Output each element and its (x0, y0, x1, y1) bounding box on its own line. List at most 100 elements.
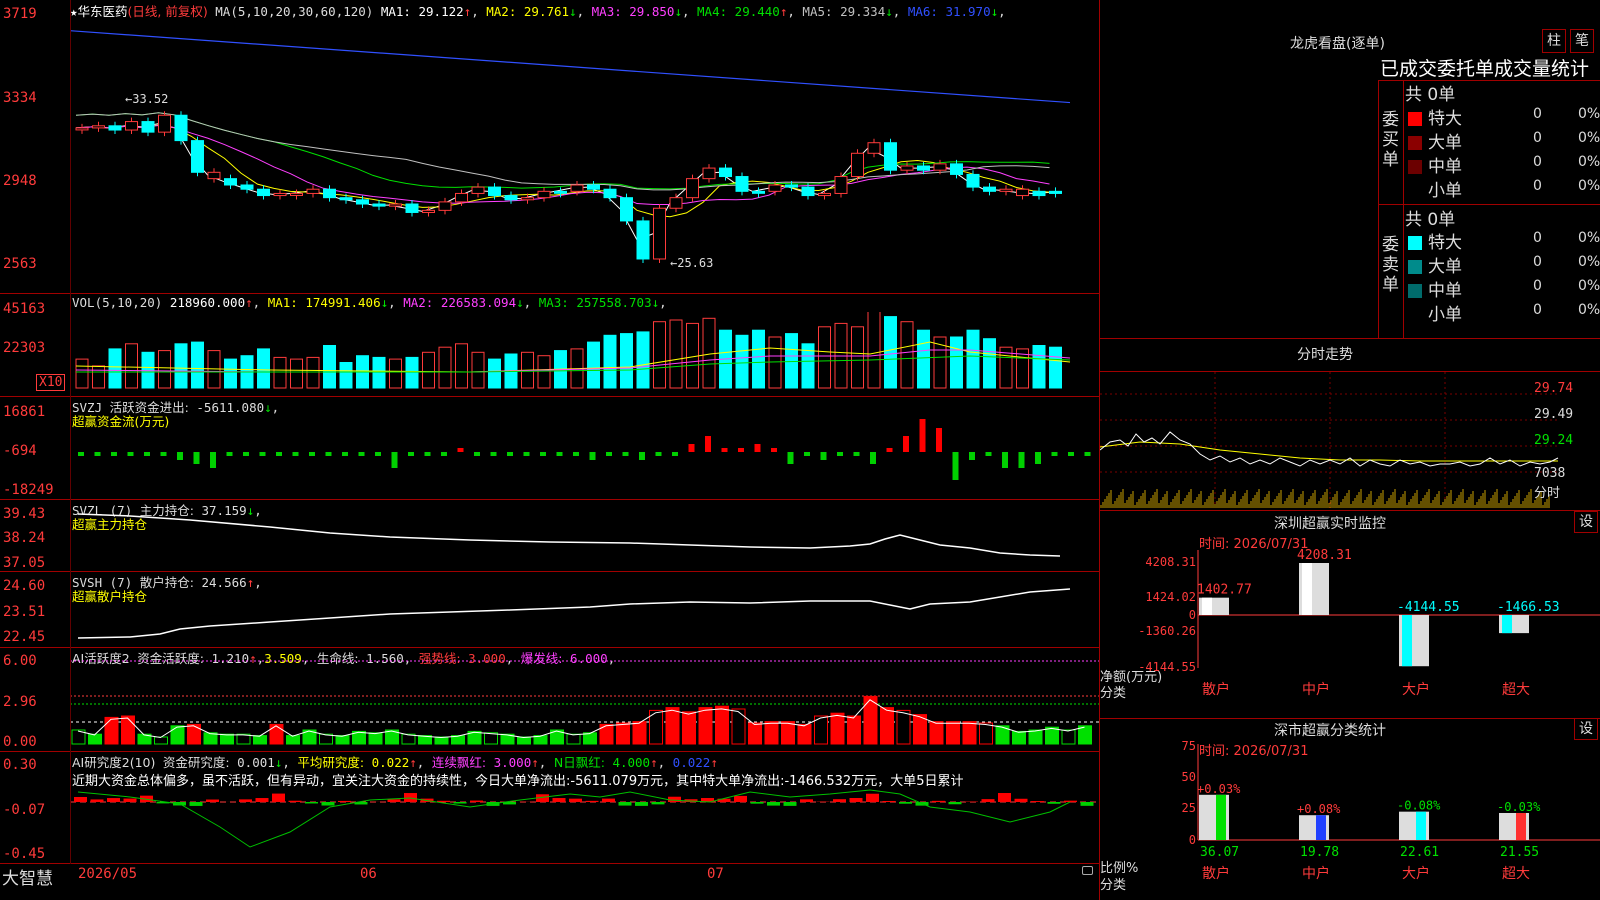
research-bar (618, 802, 632, 806)
svsh-panel[interactable]: SVSH (7) 散户持仓: 24.566↑, 超赢散户持仓 24.60 23.… (0, 572, 1100, 648)
activity-bar (154, 736, 168, 745)
monitor-category: 超大 (1502, 682, 1530, 698)
ma-value: 29.334 (840, 4, 886, 19)
intraday-price: 29.74 (1534, 381, 1574, 396)
volume-bar (785, 333, 798, 389)
svzj-chart[interactable] (70, 419, 1100, 497)
activity-bar (269, 723, 284, 745)
monitor-ytick: -1360.26 (1138, 624, 1196, 638)
kline-ytick: 3334 (3, 90, 37, 106)
candle (504, 195, 518, 201)
candle (273, 192, 287, 197)
volume-bar (422, 351, 435, 389)
research-bar (1080, 802, 1094, 806)
ma-item: MA4: (697, 4, 728, 19)
volume-bar (141, 351, 155, 389)
kline-chart[interactable] (70, 18, 1100, 293)
lhb-row-pct: 0% (1578, 106, 1600, 122)
ai-research-chart[interactable] (70, 752, 1100, 864)
volume-bar (917, 329, 930, 389)
kline-panel[interactable]: ★华东医药(日线, 前复权) MA(5,10,20,30,60,120) MA1… (0, 0, 1100, 294)
flow-bar (1035, 452, 1041, 464)
lhb-row-count: 0 (1533, 278, 1542, 294)
flow-bar (754, 444, 761, 452)
ai-activity-panel[interactable]: AI活跃度2 资金活跃度: 1.210↑,3.509, 生命线: 1.560, … (0, 648, 1100, 752)
volume-panel[interactable]: VOL(5,10,20) 218960.000↑, MA1: 174991.40… (0, 294, 1100, 397)
intraday-panel[interactable]: 分时走势 29.74 29.49 29.24 7038 分时 (1100, 338, 1600, 510)
flow-bar (292, 452, 299, 456)
research-bar (734, 795, 747, 802)
sz-monitor-chart[interactable]: 4208.31 1424.02 0 -1360.26 -4144.55 1402.77 散户… (1100, 510, 1600, 718)
ma-line (75, 112, 1050, 190)
stock-name: 华东医药 (77, 4, 128, 19)
candle (1016, 188, 1029, 197)
lhb-row-name: 大单 (1428, 257, 1462, 277)
flow-bar (193, 452, 200, 464)
candle (389, 203, 402, 207)
class-change: +0.03% (1197, 782, 1241, 796)
svzj-panel[interactable]: SVZJ 活跃资金进出: -5611.080↓, 超赢资金流(万元) 16861… (0, 397, 1100, 500)
swatch-icon (1408, 160, 1422, 174)
activity-bar (583, 732, 597, 745)
ai-research-panel[interactable]: AI研究度2(10) 资金研究度: 0.001↓, 平均研究度: 0.022↑,… (0, 752, 1100, 864)
research-bar (1047, 802, 1061, 804)
intraday-chart[interactable] (1100, 372, 1560, 508)
volume-bar (290, 358, 303, 389)
research-bar (585, 800, 599, 802)
monitor-category: 散户 (1202, 681, 1230, 698)
research-bar (1014, 798, 1028, 802)
candle (422, 209, 435, 213)
lhb-row-pct: 0% (1578, 254, 1600, 270)
bar-view-button[interactable]: 柱 (1542, 29, 1566, 53)
research-bar (998, 793, 1011, 802)
candle (323, 188, 336, 199)
candle (867, 142, 881, 154)
flow-bar (936, 428, 942, 452)
candle (983, 186, 996, 192)
volume-chart[interactable] (70, 312, 1100, 396)
ma-value: 31.970 (945, 4, 991, 19)
sz-class-chart[interactable]: 75 50 25 0 +0.03% 36.07 散户 +0.08% 19.78 中户 -0.08% 2… (1100, 718, 1600, 900)
monitor-bar-shade (1302, 563, 1312, 615)
candle (191, 140, 204, 173)
lock-icon[interactable] (1082, 866, 1093, 875)
lhb-row-pct: 0% (1578, 130, 1600, 146)
vol-unit-badge: X10 (36, 374, 66, 391)
tick-view-button[interactable]: 笔 (1570, 29, 1594, 53)
svzj-arrow: ↓ (264, 400, 272, 415)
volume-bar (158, 350, 171, 389)
ma-arrow: ↓ (885, 4, 893, 19)
ma6-line (70, 30, 1071, 104)
ai-activity-chart[interactable] (70, 648, 1100, 752)
volume-bar (75, 358, 89, 389)
research-bar (1031, 801, 1044, 802)
svsh-chart[interactable] (70, 572, 1100, 648)
class-value: 36.07 (1200, 845, 1239, 860)
sz-monitor-xlabel: 分类 (1100, 686, 1127, 701)
flow-bar (523, 452, 530, 456)
lhb-row-pct: 0% (1578, 230, 1600, 246)
volume-bar (438, 346, 452, 389)
candle (686, 178, 699, 199)
sz-class-panel[interactable]: 深市超赢分类统计 设 时间: 2026/07/31 75 50 25 0 +0.03% 3… (1100, 718, 1600, 900)
candle (999, 188, 1013, 192)
activity-bar (946, 721, 960, 745)
volume-bar (752, 329, 765, 389)
research-bar (882, 800, 896, 802)
ma-line (75, 123, 1050, 241)
research-bar (552, 798, 566, 802)
flow-bar (474, 452, 480, 456)
lhb-row-pct: 0% (1578, 154, 1600, 170)
activity-bar (781, 721, 795, 745)
candle (702, 167, 716, 180)
svzl-panel[interactable]: SVZL (7) 主力持仓: 37.159↓, 超赢主力持仓 39.43 38.… (0, 500, 1100, 572)
svzl-chart[interactable] (70, 500, 1100, 572)
ma-params: MA(5,10,20,30,60,120) (215, 4, 374, 19)
volume-bar (191, 341, 204, 389)
svzj-ytick: -694 (3, 443, 37, 459)
lhb-row-name: 小单 (1428, 305, 1462, 325)
ai2-ytick: 0.30 (3, 757, 37, 773)
volume-bar (587, 341, 600, 389)
sz-monitor-panel[interactable]: 深圳超赢实时监控 设 时间: 2026/07/31 4208.31 1424.02… (1100, 510, 1600, 718)
class-ytick: 25 (1182, 801, 1196, 815)
